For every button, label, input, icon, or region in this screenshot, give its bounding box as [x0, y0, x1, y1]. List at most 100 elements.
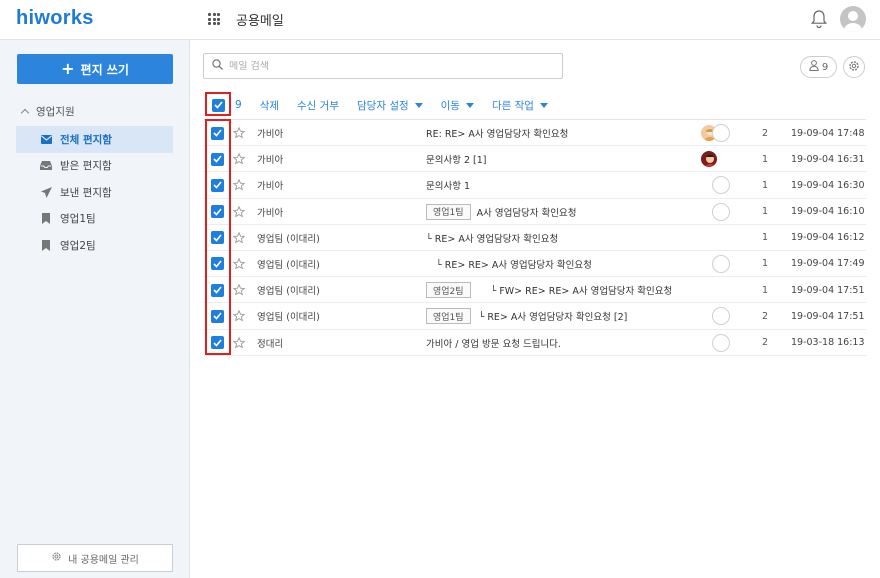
- sender: 가비아: [257, 155, 284, 167]
- assignee-avatars: [700, 199, 740, 225]
- thread-count: 1: [762, 206, 769, 218]
- avatar: [700, 150, 718, 169]
- subject-text: └ RE> RE> A사 영업담당자 확인요청: [436, 259, 592, 271]
- subject[interactable]: 영업1팀 └ RE> A사 영업담당자 확인요청 [2]: [426, 303, 627, 329]
- message-row[interactable]: 가비아 영업1팀 A사 영업담당자 확인요청 1 19-09-04 16:10: [204, 199, 866, 225]
- subject-text: └ RE> A사 영업담당자 확인요청 [2]: [478, 312, 628, 324]
- caret-down-icon: [414, 102, 423, 108]
- subject-text: 가비아 / 영업 방문 요청 드립니다.: [426, 338, 561, 350]
- star-icon[interactable]: [233, 251, 245, 277]
- avatar: [712, 254, 730, 273]
- move-dropdown[interactable]: 이동: [441, 98, 474, 113]
- sender: 영업팀 (이대리): [257, 259, 320, 271]
- logo[interactable]: hiworks: [16, 7, 94, 30]
- date: 19-03-18 16:13: [791, 337, 865, 348]
- thread-count: 2: [762, 127, 769, 139]
- message-row[interactable]: 영업팀 (이대리) └ RE> RE> A사 영업담당자 확인요청 1 19-0…: [204, 251, 866, 278]
- star-icon[interactable]: [233, 277, 245, 303]
- message-row[interactable]: 영업팀 (이대리) 영업2팀 └ FW> RE> RE> A사 영업담당자 확인요…: [204, 277, 866, 304]
- group-label: 영업지원: [36, 106, 75, 118]
- date: 19-09-04 16:30: [791, 179, 865, 191]
- subject[interactable]: 문의사항 2 [1]: [426, 146, 487, 172]
- assign-label: 담당자 설정: [357, 99, 409, 112]
- sidebar-item-sales-team-2[interactable]: 영업2팀: [16, 232, 173, 259]
- sidebar-item-label: 보낸 편지함: [60, 186, 112, 199]
- subject[interactable]: └ RE> A사 영업담당자 확인요청: [426, 225, 558, 251]
- star-icon[interactable]: [233, 225, 245, 251]
- manage-shared-mail-button[interactable]: 내 공용메일 관리: [17, 544, 173, 572]
- compose-label: 편지 쓰기: [80, 62, 129, 77]
- thread-count: 1: [762, 153, 769, 165]
- sender: 정대리: [257, 338, 284, 350]
- message-row[interactable]: 가비아 문의사항 1 1 19-09-04 16:30: [204, 172, 866, 199]
- chevron-up-icon[interactable]: [20, 108, 30, 118]
- message-row[interactable]: 가비아 RE: RE> A사 영업담당자 확인요청 2 19-09-04 17:…: [204, 120, 866, 147]
- reject-button[interactable]: 수신 거부: [297, 98, 339, 113]
- message-row[interactable]: 영업팀 (이대리) └ RE> A사 영업담당자 확인요청 1 19-09-04…: [204, 225, 866, 251]
- sidebar-item-sales-team-1[interactable]: 영업1팀: [16, 206, 173, 233]
- plus-icon: +: [61, 59, 75, 78]
- star-icon[interactable]: [233, 172, 245, 198]
- subject-text: A사 영업담당자 확인요청: [476, 207, 577, 219]
- thread-count: 1: [762, 232, 769, 244]
- star-icon[interactable]: [233, 199, 245, 225]
- subject[interactable]: 문의사항 1: [426, 172, 470, 198]
- subject[interactable]: 가비아 / 영업 방문 요청 드립니다.: [426, 330, 561, 356]
- sender: 가비아: [257, 207, 284, 219]
- gear-icon: [51, 551, 62, 565]
- person-icon: [809, 60, 819, 74]
- manage-label: 내 공용메일 관리: [68, 554, 139, 566]
- assignee-avatars: [700, 146, 740, 172]
- assign-dropdown[interactable]: 담당자 설정: [357, 98, 423, 113]
- date: 19-09-04 17:49: [791, 258, 865, 270]
- team-tag[interactable]: 영업1팀: [426, 308, 471, 325]
- apps-grid-icon[interactable]: [208, 13, 220, 25]
- sender: 가비아: [257, 181, 284, 193]
- compose-button[interactable]: + 편지 쓰기: [17, 54, 173, 84]
- star-icon[interactable]: [233, 303, 245, 329]
- assignee-avatars: [700, 303, 740, 329]
- mailbox-group[interactable]: 영업지원: [20, 104, 75, 119]
- message-row[interactable]: 가비아 문의사항 2 [1] 1 19-09-04 16:31: [204, 146, 866, 173]
- inbox-icon: [40, 161, 52, 171]
- bell-icon[interactable]: [810, 9, 828, 32]
- other-actions-dropdown[interactable]: 다른 작업: [492, 98, 548, 113]
- date: 19-09-04 17:51: [791, 284, 865, 296]
- search-icon: [212, 59, 223, 73]
- date: 19-09-04 16:12: [791, 232, 865, 244]
- avatar: [712, 202, 730, 221]
- delete-button[interactable]: 삭제: [260, 98, 279, 113]
- top-bar: hiworks 공용메일: [0, 0, 880, 40]
- star-icon[interactable]: [233, 120, 245, 146]
- subject[interactable]: 영업2팀 └ FW> RE> RE> A사 영업담당자 확인요청: [426, 277, 672, 303]
- subject-text: └ RE> A사 영업담당자 확인요청: [426, 233, 559, 245]
- date: 19-09-04 16:10: [791, 206, 865, 218]
- gear-icon: [848, 60, 860, 75]
- subject-text: RE: RE> A사 영업담당자 확인요청: [426, 129, 569, 140]
- sender: 영업팀 (이대리): [257, 312, 320, 324]
- search-input[interactable]: [229, 60, 549, 72]
- subject[interactable]: └ RE> RE> A사 영업담당자 확인요청: [426, 251, 592, 277]
- reject-label: 수신 거부: [297, 99, 339, 112]
- subject[interactable]: 영업1팀 A사 영업담당자 확인요청: [426, 199, 577, 225]
- subject-text: └ FW> RE> RE> A사 영업담당자 확인요청: [490, 286, 673, 298]
- caret-down-icon: [465, 102, 474, 108]
- message-row[interactable]: 정대리 가비아 / 영업 방문 요청 드립니다. 2 19-03-18 16:1…: [204, 330, 866, 356]
- user-avatar[interactable]: [840, 6, 866, 32]
- sidebar-item-label: 전체 편지함: [60, 133, 112, 146]
- delete-label: 삭제: [259, 99, 280, 112]
- subject[interactable]: RE: RE> A사 영업담당자 확인요청: [426, 120, 568, 146]
- team-tag[interactable]: 영업2팀: [426, 282, 471, 299]
- message-row[interactable]: 영업팀 (이대리) 영업1팀 └ RE> A사 영업담당자 확인요청 [2] 2 …: [204, 303, 866, 330]
- assignee-avatars: [700, 330, 740, 356]
- members-button[interactable]: 9: [800, 56, 837, 78]
- sidebar-item-sent[interactable]: 보낸 편지함: [16, 179, 173, 206]
- settings-button[interactable]: [843, 56, 865, 78]
- mail-toolbar: 9 삭제 수신 거부 담당자 설정 이동 다른 작업: [204, 92, 866, 118]
- sidebar-item-all-mail[interactable]: 전체 편지함: [16, 126, 173, 153]
- star-icon[interactable]: [233, 330, 245, 356]
- search-box[interactable]: [203, 53, 563, 79]
- star-icon[interactable]: [233, 146, 245, 172]
- sidebar-item-inbox[interactable]: 받은 편지함: [16, 153, 173, 180]
- team-tag[interactable]: 영업1팀: [426, 203, 471, 220]
